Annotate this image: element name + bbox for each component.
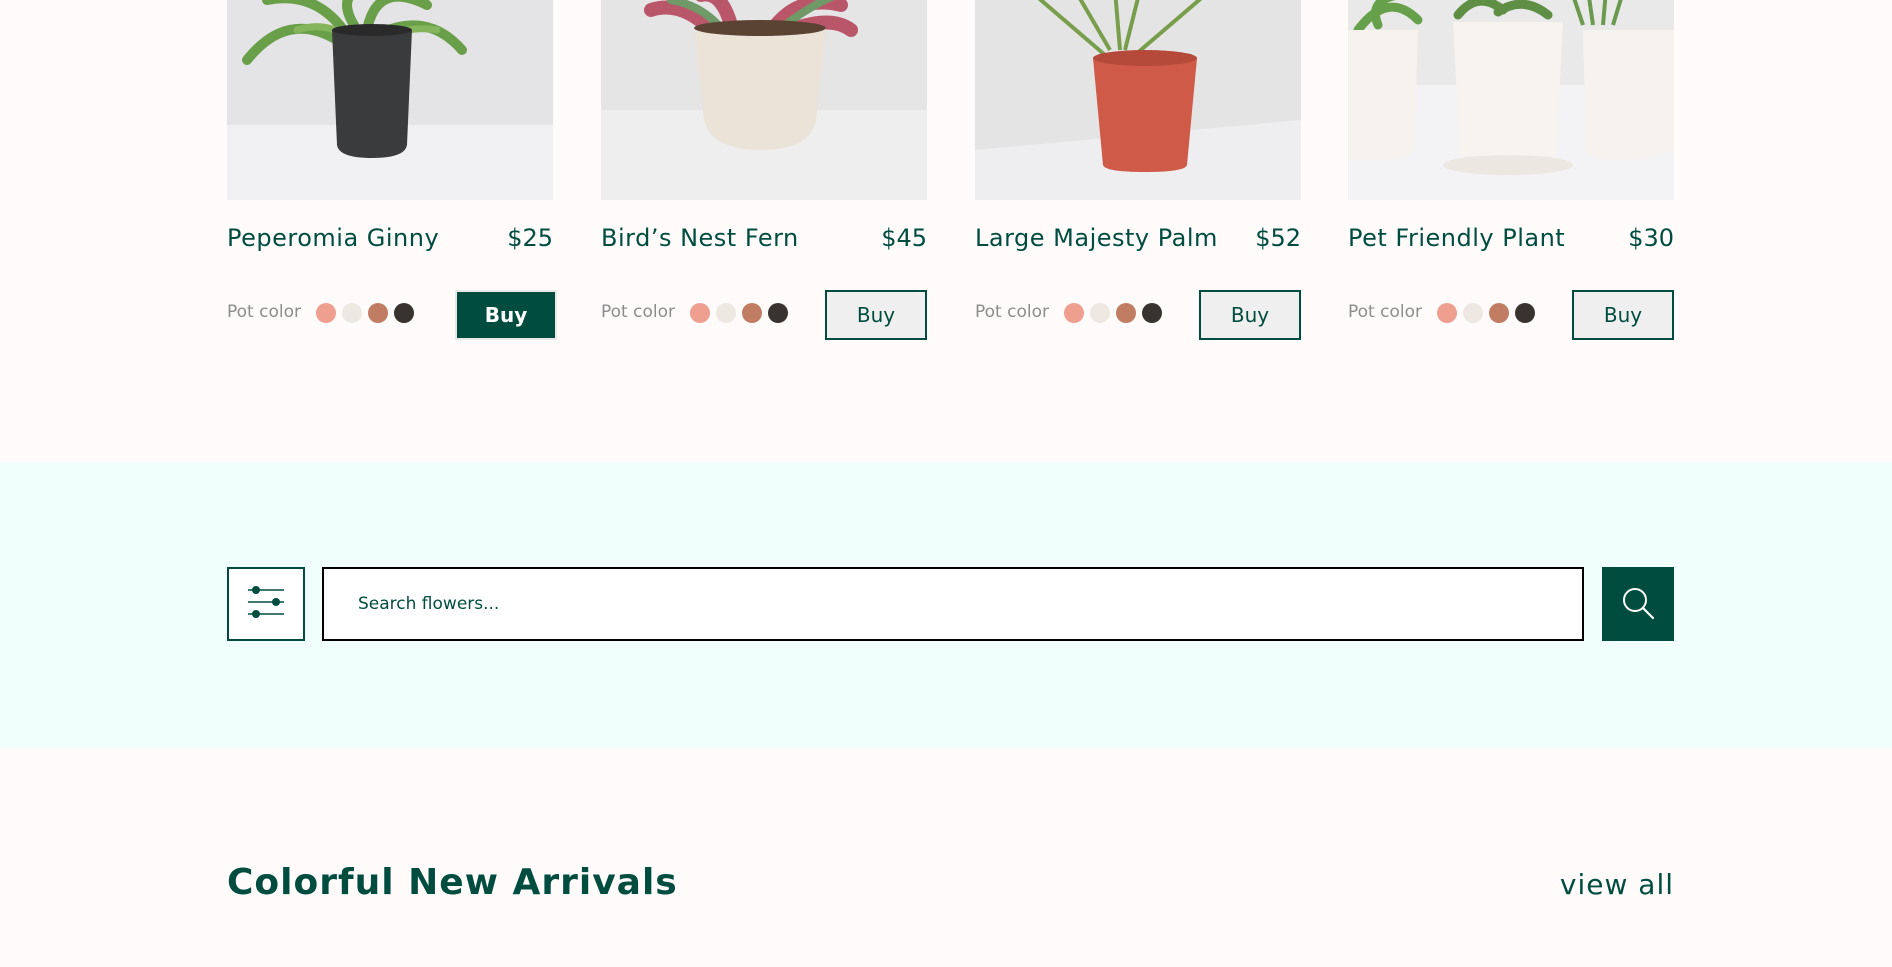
swatch-charcoal[interactable]: [394, 303, 414, 323]
swatch-terracotta[interactable]: [742, 303, 762, 323]
product-price: $25: [507, 224, 553, 252]
pot-color-swatches: [690, 303, 788, 323]
swatch-cream[interactable]: [342, 303, 362, 323]
product-price: $30: [1628, 224, 1674, 252]
swatch-pink[interactable]: [316, 303, 336, 323]
swatch-cream[interactable]: [1463, 303, 1483, 323]
product-name: Large Majesty Palm: [975, 224, 1218, 252]
sliders-icon: [246, 584, 286, 624]
search-button[interactable]: [1602, 567, 1674, 641]
pot-color-label: Pot color: [1348, 302, 1422, 322]
swatch-charcoal[interactable]: [768, 303, 788, 323]
search-input[interactable]: [322, 567, 1584, 641]
buy-button[interactable]: Buy: [825, 290, 927, 340]
pot-color-label: Pot color: [227, 302, 301, 322]
product-name: Peperomia Ginny: [227, 224, 440, 252]
swatch-cream[interactable]: [1090, 303, 1110, 323]
swatch-charcoal[interactable]: [1515, 303, 1535, 323]
product-card: Bird’s Nest Fern $45 Pot color Buy: [601, 0, 927, 340]
pot-color-swatches: [316, 303, 414, 323]
filter-button[interactable]: [227, 567, 305, 641]
swatch-terracotta[interactable]: [1489, 303, 1509, 323]
pot-color-label: Pot color: [601, 302, 675, 322]
swatch-charcoal[interactable]: [1142, 303, 1162, 323]
pot-color-swatches: [1437, 303, 1535, 323]
product-card: Pet Friendly Plant $30 Pot color Buy: [1348, 0, 1674, 340]
product-name: Pet Friendly Plant: [1348, 224, 1566, 252]
swatch-pink[interactable]: [1437, 303, 1457, 323]
product-image[interactable]: [227, 0, 553, 200]
swatch-pink[interactable]: [690, 303, 710, 323]
view-all-link[interactable]: view all: [1560, 868, 1674, 901]
search-section: [0, 462, 1892, 748]
product-image[interactable]: [601, 0, 927, 200]
product-card: Large Majesty Palm $52 Pot color Buy: [975, 0, 1301, 340]
product-price: $45: [881, 224, 927, 252]
product-image[interactable]: [975, 0, 1301, 200]
section-title: Colorful New Arrivals: [227, 862, 678, 903]
product-image[interactable]: [1348, 0, 1674, 200]
search-icon: [1620, 585, 1656, 624]
buy-button[interactable]: Buy: [1572, 290, 1674, 340]
swatch-pink[interactable]: [1064, 303, 1084, 323]
swatch-terracotta[interactable]: [1116, 303, 1136, 323]
buy-button[interactable]: Buy: [1199, 290, 1301, 340]
product-grid: Peperomia Ginny $25 Pot color Buy Bird’s…: [227, 0, 1674, 340]
product-card: Peperomia Ginny $25 Pot color Buy: [227, 0, 557, 340]
product-name: Bird’s Nest Fern: [601, 224, 799, 252]
product-price: $52: [1255, 224, 1301, 252]
swatch-terracotta[interactable]: [368, 303, 388, 323]
pot-color-label: Pot color: [975, 302, 1049, 322]
swatch-cream[interactable]: [716, 303, 736, 323]
buy-button[interactable]: Buy: [455, 290, 557, 340]
pot-color-swatches: [1064, 303, 1162, 323]
